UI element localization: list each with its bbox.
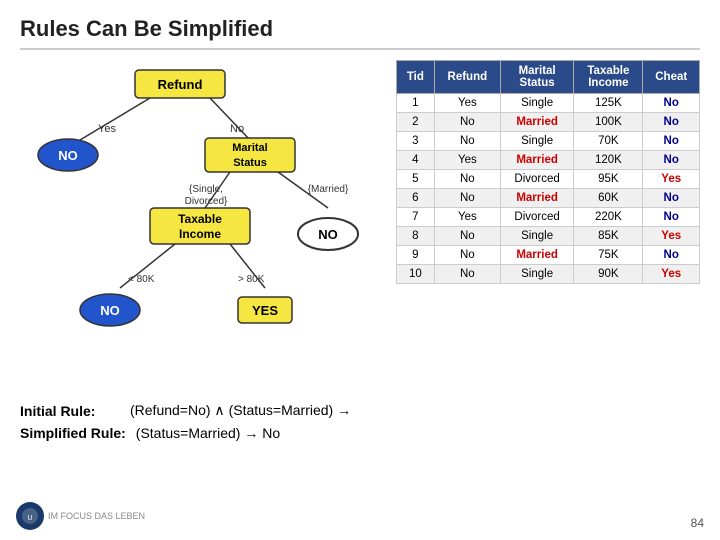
cell-cheat: Yes	[643, 170, 700, 189]
logo-area: U IM FOCUS DAS LEBEN	[16, 502, 145, 530]
cell-marital: Divorced	[500, 208, 573, 227]
svg-text:Status: Status	[233, 157, 267, 169]
cell-taxable: 85K	[574, 227, 643, 246]
cell-refund: No	[434, 246, 500, 265]
table-row: 8NoSingle85KYes	[397, 227, 700, 246]
table-row: 6NoMarried60KNo	[397, 189, 700, 208]
col-refund: Refund	[434, 61, 500, 94]
university-logo: U	[16, 502, 44, 530]
cell-refund: No	[434, 189, 500, 208]
cell-marital: Married	[500, 151, 573, 170]
cell-marital: Married	[500, 189, 573, 208]
cell-cheat: No	[643, 94, 700, 113]
initial-rule-formula: (Refund=No) ∧ (Status=Married) →	[130, 402, 351, 419]
cell-tid: 3	[397, 132, 435, 151]
col-cheat: Cheat	[643, 61, 700, 94]
cell-taxable: 220K	[574, 208, 643, 227]
cell-tid: 8	[397, 227, 435, 246]
table-row: 2NoMarried100KNo	[397, 113, 700, 132]
cell-cheat: Yes	[643, 265, 700, 284]
cell-taxable: 95K	[574, 170, 643, 189]
svg-text:{Married}: {Married}	[308, 184, 349, 195]
cell-cheat: Yes	[643, 227, 700, 246]
simplified-rule-label: Simplified Rule:	[20, 425, 126, 441]
cell-tid: 4	[397, 151, 435, 170]
cell-taxable: 100K	[574, 113, 643, 132]
svg-text:YES: YES	[252, 303, 278, 318]
page-number: 84	[691, 516, 704, 530]
cell-marital: Married	[500, 246, 573, 265]
cell-refund: No	[434, 227, 500, 246]
initial-rule-row: Initial Rule: (Refund=No) ∧ (Status=Marr…	[20, 402, 700, 419]
svg-text:Income: Income	[179, 227, 221, 241]
data-table: Tid Refund MaritalStatus TaxableIncome C…	[396, 60, 700, 284]
svg-text:NO: NO	[100, 303, 120, 318]
svg-text:NO: NO	[58, 148, 78, 163]
cell-refund: No	[434, 265, 500, 284]
page-title: Rules Can Be Simplified	[20, 16, 700, 50]
cell-tid: 7	[397, 208, 435, 227]
table-row: 4YesMarried120KNo	[397, 151, 700, 170]
cell-cheat: No	[643, 208, 700, 227]
cell-refund: Yes	[434, 208, 500, 227]
col-marital: MaritalStatus	[500, 61, 573, 94]
table-row: 7YesDivorced220KNo	[397, 208, 700, 227]
simplified-rule-row: Simplified Rule: (Status=Married) → No	[20, 425, 700, 441]
decision-tree-diagram: Refund Yes No NO Marital Status {Single,…	[20, 60, 380, 390]
svg-text:NO: NO	[318, 227, 338, 242]
cell-refund: Yes	[434, 94, 500, 113]
cell-refund: No	[434, 113, 500, 132]
cell-marital: Single	[500, 265, 573, 284]
cell-marital: Married	[500, 113, 573, 132]
svg-text:< 80K: < 80K	[128, 274, 155, 285]
cell-marital: Single	[500, 132, 573, 151]
bottom-section: Initial Rule: (Refund=No) ∧ (Status=Marr…	[20, 402, 700, 441]
svg-text:> 80K: > 80K	[238, 274, 265, 285]
col-tid: Tid	[397, 61, 435, 94]
cell-tid: 6	[397, 189, 435, 208]
cell-marital: Single	[500, 227, 573, 246]
cell-taxable: 120K	[574, 151, 643, 170]
cell-taxable: 90K	[574, 265, 643, 284]
page-container: Rules Can Be Simplified Refund Yes No NO…	[0, 0, 720, 540]
cell-cheat: No	[643, 151, 700, 170]
cell-tid: 5	[397, 170, 435, 189]
cell-refund: Yes	[434, 151, 500, 170]
cell-cheat: No	[643, 189, 700, 208]
cell-cheat: No	[643, 246, 700, 265]
cell-tid: 10	[397, 265, 435, 284]
table-area: Tid Refund MaritalStatus TaxableIncome C…	[396, 60, 700, 390]
cell-refund: No	[434, 132, 500, 151]
svg-text:Refund: Refund	[158, 77, 203, 92]
cell-tid: 2	[397, 113, 435, 132]
diagram-area: Refund Yes No NO Marital Status {Single,…	[20, 60, 380, 390]
table-row: 5NoDivorced95KYes	[397, 170, 700, 189]
cell-cheat: No	[643, 132, 700, 151]
svg-text:Marital: Marital	[232, 142, 267, 154]
cell-tid: 9	[397, 246, 435, 265]
table-row: 1YesSingle125KNo	[397, 94, 700, 113]
logo-text: IM FOCUS DAS LEBEN	[48, 511, 145, 521]
svg-text:Yes: Yes	[98, 123, 116, 135]
cell-marital: Single	[500, 94, 573, 113]
table-row: 3NoSingle70KNo	[397, 132, 700, 151]
table-row: 10NoSingle90KYes	[397, 265, 700, 284]
cell-refund: No	[434, 170, 500, 189]
initial-rule-label: Initial Rule:	[20, 403, 120, 419]
cell-taxable: 70K	[574, 132, 643, 151]
table-row: 9NoMarried75KNo	[397, 246, 700, 265]
cell-marital: Divorced	[500, 170, 573, 189]
cell-cheat: No	[643, 113, 700, 132]
simplified-rule-formula: (Status=Married) → No	[136, 425, 280, 441]
cell-taxable: 75K	[574, 246, 643, 265]
cell-taxable: 60K	[574, 189, 643, 208]
cell-taxable: 125K	[574, 94, 643, 113]
svg-text:No: No	[230, 123, 244, 135]
col-taxable: TaxableIncome	[574, 61, 643, 94]
cell-tid: 1	[397, 94, 435, 113]
svg-text:Taxable: Taxable	[178, 212, 222, 226]
svg-text:U: U	[27, 515, 32, 522]
main-content: Refund Yes No NO Marital Status {Single,…	[20, 60, 700, 390]
